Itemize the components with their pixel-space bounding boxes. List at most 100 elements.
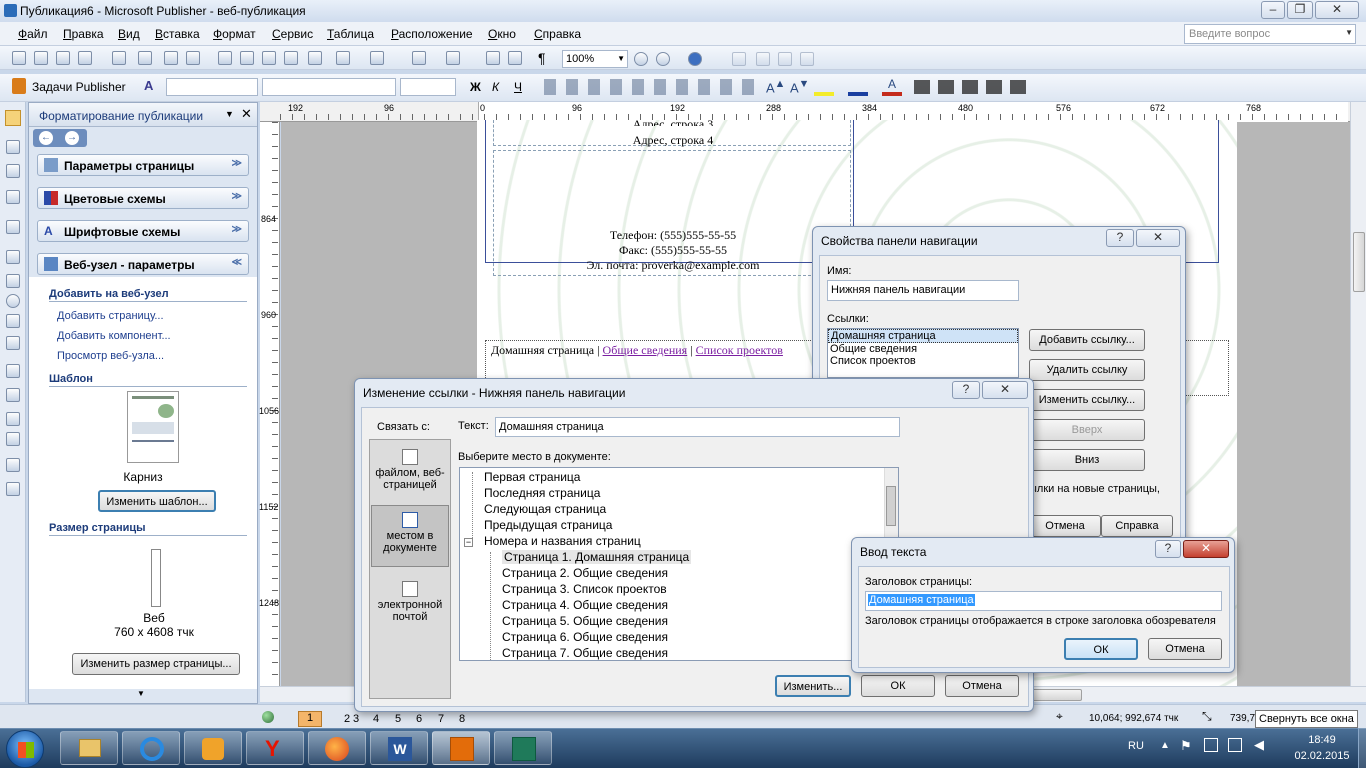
ok-button[interactable]: ОК — [1064, 638, 1138, 660]
taskbar-media[interactable] — [184, 731, 242, 765]
add-link-button[interactable]: Добавить ссылку... — [1029, 329, 1145, 351]
new-pages-checkbox-label[interactable]: ылки на новые страницы, — [1029, 483, 1160, 495]
address-line-4[interactable]: Адрес, строка 4 — [477, 133, 869, 148]
page-1-button[interactable]: 1 — [298, 711, 322, 727]
chevron-down-icon[interactable]: ▼ — [225, 109, 234, 119]
tree-item[interactable]: Страница 5. Общие сведения — [502, 614, 668, 628]
forward-icon[interactable]: → — [65, 131, 79, 145]
html-fragment-icon[interactable] — [6, 412, 20, 426]
help-button[interactable]: Справка — [1101, 515, 1173, 537]
tree-item[interactable]: Страница 3. Список проектов — [502, 582, 667, 596]
rectangle-icon[interactable] — [6, 314, 20, 328]
h-scroll-thumb[interactable] — [1030, 689, 1082, 701]
zoom-icon[interactable] — [508, 51, 522, 65]
textbox-unlink-icon[interactable] — [800, 52, 814, 66]
close-icon[interactable]: ✕ — [241, 106, 252, 122]
show-desktop-button[interactable] — [1358, 728, 1366, 768]
line-icon[interactable] — [6, 250, 20, 264]
cancel-button[interactable]: Отмена — [1148, 638, 1222, 660]
styles-icon[interactable]: A — [144, 78, 153, 93]
underline-icon[interactable]: Ч — [514, 80, 522, 94]
unlink-icon[interactable] — [756, 52, 770, 66]
tree-item[interactable]: Последняя страница — [484, 486, 600, 500]
new-icon[interactable] — [12, 51, 26, 65]
page-8-button[interactable]: 8 — [459, 713, 465, 725]
start-button[interactable] — [6, 730, 44, 768]
textbox-icon[interactable] — [6, 140, 20, 154]
font-shrink-icon[interactable]: A▼ — [790, 78, 809, 95]
font-size-combo[interactable] — [400, 78, 456, 96]
arrow-icon[interactable] — [6, 274, 20, 288]
vertical-scrollbar[interactable] — [1350, 102, 1366, 686]
menu-tools[interactable]: Сервис — [272, 27, 313, 41]
cut-icon[interactable] — [218, 51, 232, 65]
line-style-icons[interactable] — [914, 80, 1034, 94]
link-to-email-option[interactable]: электронной почтой — [371, 579, 449, 635]
tree-item[interactable]: Страница 6. Общие сведения — [502, 630, 668, 644]
link-to-file-option[interactable]: файлом, веб-страницей — [371, 445, 449, 501]
format-painter-icon[interactable] — [284, 51, 298, 65]
list-item[interactable]: Список проектов — [828, 355, 1018, 367]
section-color-schemes[interactable]: Цветовые схемы ≫ — [37, 187, 249, 209]
list-item[interactable]: Домашняя страница — [828, 329, 1018, 343]
nav-link-home[interactable]: Домашняя страница — [491, 343, 594, 357]
phone-text[interactable]: Телефон: (555)555-55-55 — [477, 228, 869, 243]
textbox-link-icon[interactable] — [778, 52, 792, 66]
taskbar-publisher[interactable] — [432, 731, 490, 765]
close-icon[interactable]: ✕ — [1183, 540, 1229, 558]
change-template-button[interactable]: Изменить шаблон... — [98, 490, 216, 512]
menu-arrange[interactable]: Расположение — [391, 27, 473, 41]
change-page-size-button[interactable]: Изменить размер страницы... — [72, 653, 240, 675]
menu-help[interactable]: Справка — [534, 27, 581, 41]
taskbar-publisher-2[interactable] — [494, 731, 552, 765]
scroll-down-icon[interactable]: ▼ — [137, 689, 145, 698]
place-tree[interactable]: − Первая страница Последняя страница Сле… — [459, 467, 899, 661]
links-list[interactable]: Домашняя страница Общие сведения Список … — [827, 328, 1019, 378]
back-icon[interactable]: ← — [39, 131, 53, 145]
catalog-icon[interactable] — [6, 458, 20, 472]
tree-item[interactable]: Предыдущая страница — [484, 518, 612, 532]
page-6-button[interactable]: 6 — [416, 713, 422, 725]
select-objects-icon[interactable] — [5, 110, 21, 126]
add-page-link[interactable]: Добавить страницу... — [57, 310, 164, 322]
font-grow-icon[interactable]: A▲ — [766, 78, 785, 95]
change-button[interactable]: Изменить... — [775, 675, 851, 697]
clock-time[interactable]: 18:49 — [1290, 734, 1354, 746]
help-icon[interactable]: ? — [952, 381, 980, 399]
menu-file[interactable]: Файл — [18, 27, 48, 41]
close-icon[interactable]: ✕ — [1136, 229, 1180, 247]
hot-spot-icon[interactable] — [6, 364, 20, 378]
page-4-button[interactable]: 4 — [373, 713, 379, 725]
volume-icon[interactable]: ◀ — [1254, 737, 1264, 753]
scroll-thumb[interactable] — [1353, 232, 1365, 292]
taskbar-ie[interactable] — [122, 731, 180, 765]
fax-text[interactable]: Факс: (555)555-55-55 — [477, 243, 869, 258]
alignment-icons[interactable] — [544, 79, 754, 95]
help-icon[interactable] — [688, 52, 702, 66]
close-button[interactable]: ✕ — [1315, 1, 1359, 19]
fill-color-icon[interactable] — [814, 78, 834, 96]
section-page-options[interactable]: Параметры страницы ≫ — [37, 154, 249, 176]
email-text[interactable]: Эл. почта: proverka@example.com — [477, 258, 869, 273]
name-input[interactable]: Нижняя панель навигации — [827, 280, 1019, 301]
tree-item[interactable]: Номера и названия страниц — [484, 534, 641, 548]
remove-link-button[interactable]: Удалить ссылку — [1029, 359, 1145, 381]
page-3-button[interactable]: 3 — [353, 713, 359, 725]
page-title-input[interactable]: Домашняя страница — [865, 591, 1222, 611]
menu-format[interactable]: Формат — [213, 27, 256, 41]
arrange-icon[interactable] — [412, 51, 426, 65]
spelling-icon[interactable] — [164, 51, 178, 65]
taskbar-explorer[interactable] — [60, 731, 118, 765]
redo-icon[interactable] — [370, 51, 384, 65]
nav-bar[interactable]: Домашняя страница | Общие сведения | Спи… — [491, 343, 783, 358]
tasks-publisher-button[interactable]: Задачи Publisher — [32, 80, 126, 94]
copy-icon[interactable] — [240, 51, 254, 65]
close-icon[interactable]: ✕ — [982, 381, 1028, 399]
page-7-button[interactable]: 7 — [438, 713, 444, 725]
bold-icon[interactable]: Ж — [470, 80, 481, 94]
flag-icon[interactable]: ⚑ — [1180, 738, 1192, 754]
font-combo[interactable] — [262, 78, 396, 96]
minimize-button[interactable]: – — [1261, 1, 1285, 19]
list-item[interactable]: Общие сведения — [828, 343, 1018, 355]
link-icon[interactable] — [732, 52, 746, 66]
